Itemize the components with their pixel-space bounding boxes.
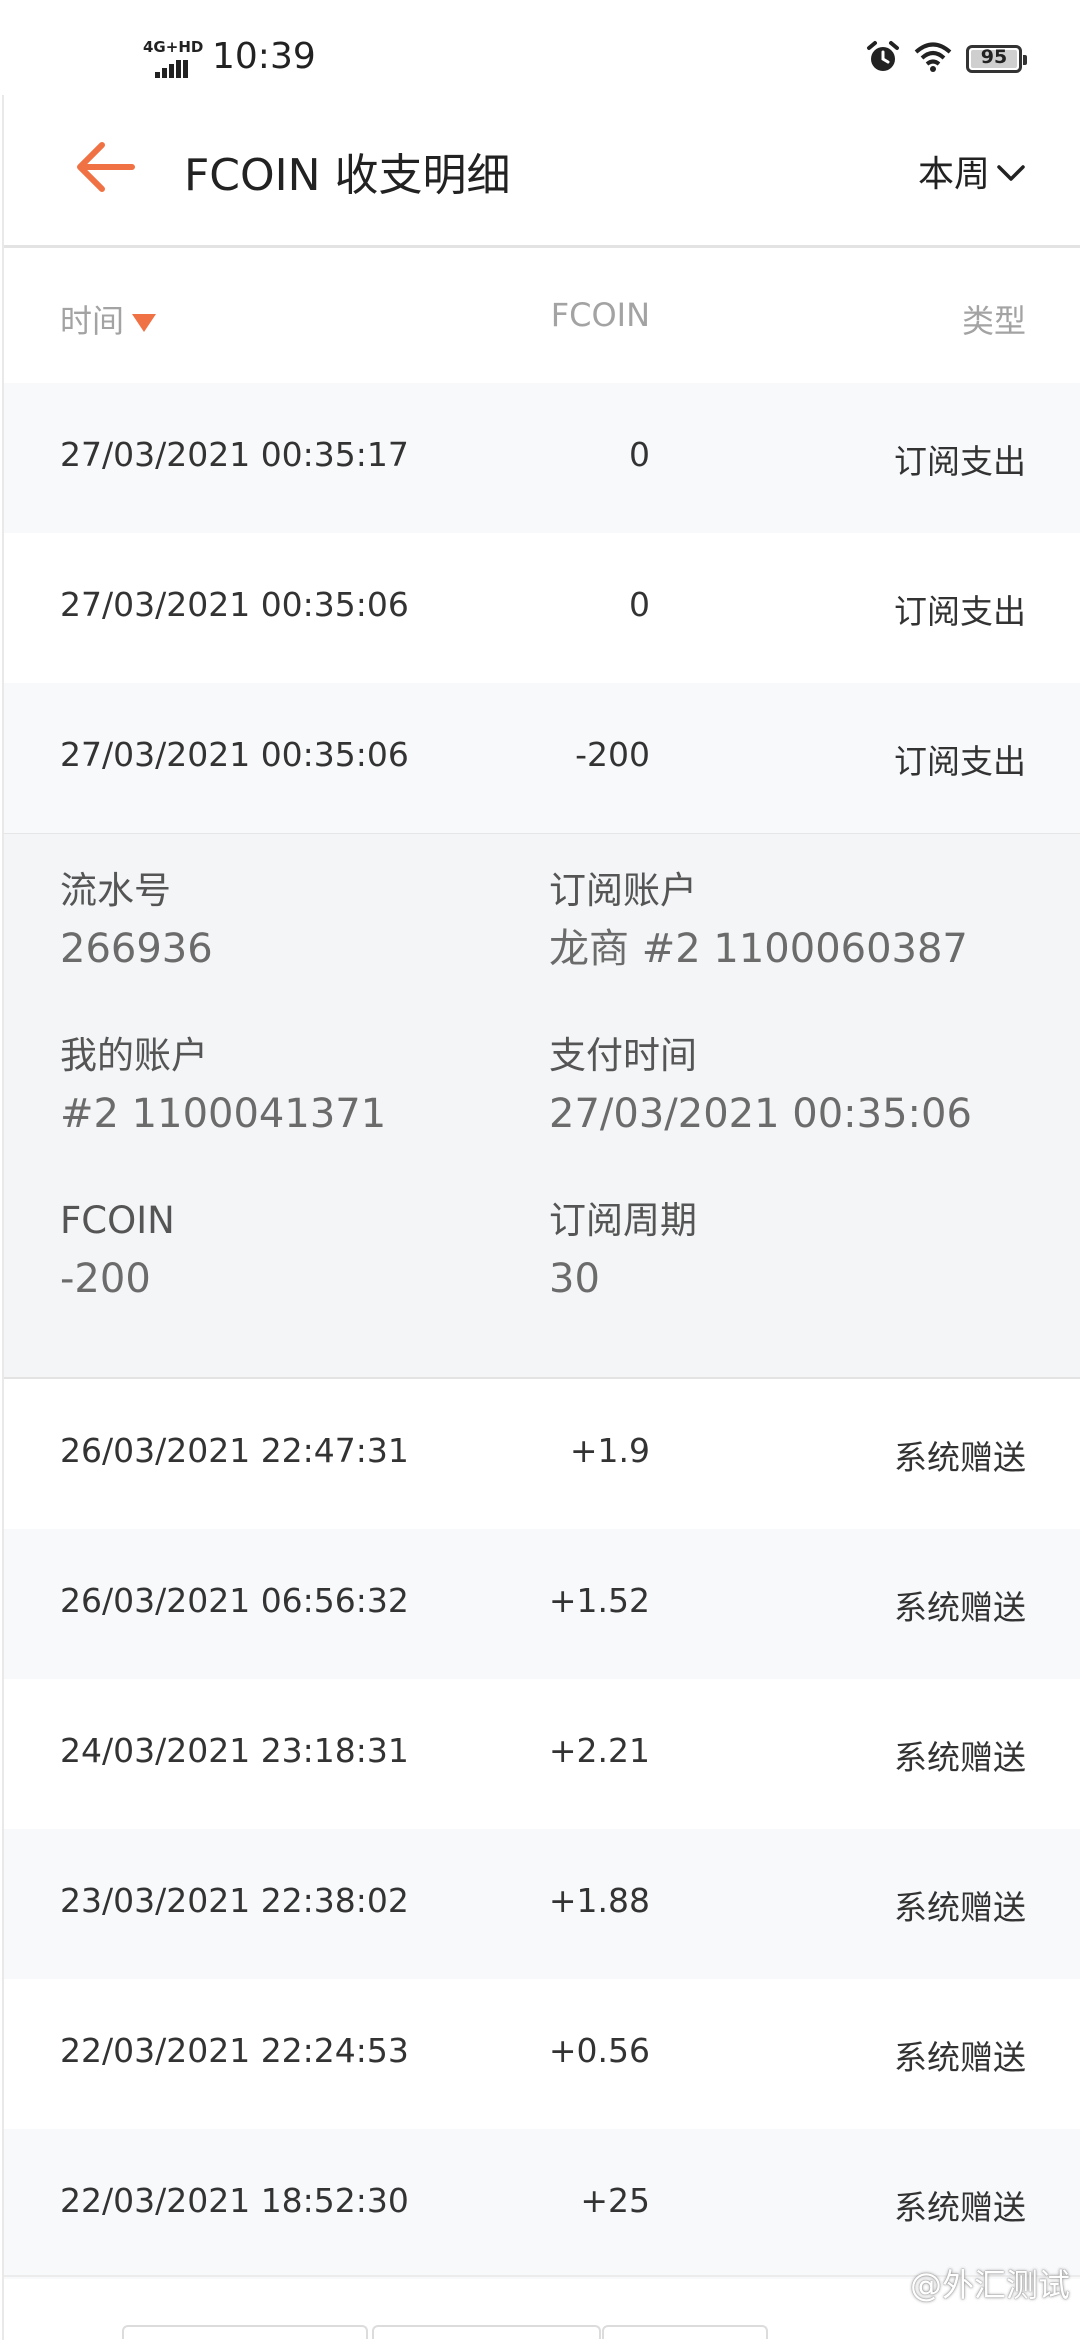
table-row[interactable]: 22/03/2021 22:24:53 +0.56 系统赠送: [4, 1979, 1080, 2129]
table-row[interactable]: 27/03/2021 00:35:17 0 订阅支出: [4, 383, 1080, 533]
app-screen: FCOIN 收支明细 本周 时间 FCOIN 类型 27/03/2021 00:…: [2, 95, 1080, 2340]
transaction-list: 27/03/2021 00:35:17 0 订阅支出 27/03/2021 00…: [4, 383, 1080, 2279]
page-title: FCOIN 收支明细: [184, 150, 511, 201]
row-time: 27/03/2021 00:35:17: [60, 435, 409, 474]
column-time-label: 时间: [60, 302, 125, 340]
sort-desc-icon: [132, 314, 157, 332]
column-time-header[interactable]: 时间: [60, 296, 157, 342]
status-time: 10:39: [212, 36, 316, 77]
row-type: 系统赠送: [894, 1588, 1026, 1627]
top-bar: FCOIN 收支明细 本周: [4, 95, 1080, 248]
alarm-icon: [866, 40, 900, 78]
column-fcoin-header: FCOIN: [550, 296, 650, 334]
table-row-expanded[interactable]: 27/03/2021 00:35:06 -200 订阅支出: [4, 683, 1080, 833]
detail-sub-account-label: 订阅账户: [549, 869, 697, 912]
detail-period-label: 订阅周期: [549, 1199, 697, 1242]
row-amount: +1.88: [548, 1881, 650, 1920]
row-time: 27/03/2021 00:35:06: [60, 585, 409, 624]
row-time: 23/03/2021 22:38:02: [60, 1881, 409, 1920]
row-time: 26/03/2021 06:56:32: [60, 1581, 409, 1620]
cellular-signal-icon: 4G+HD: [143, 38, 203, 78]
detail-sub-account-value: 龙商 #2 1100060387: [549, 926, 968, 972]
row-time: 27/03/2021 00:35:06: [60, 735, 409, 774]
wifi-icon: [914, 41, 952, 77]
period-label: 本周: [917, 154, 990, 195]
row-type: 订阅支出: [894, 592, 1026, 631]
back-arrow-icon[interactable]: [74, 137, 138, 197]
detail-fcoin-value: -200: [60, 1256, 151, 1302]
row-time: 22/03/2021 18:52:30: [60, 2181, 409, 2220]
table-row[interactable]: 27/03/2021 00:35:06 0 订阅支出: [4, 533, 1080, 683]
detail-fcoin: FCOIN -200: [60, 1192, 175, 1308]
row-time: 22/03/2021 22:24:53: [60, 2031, 409, 2070]
row-type: 系统赠送: [894, 1738, 1026, 1777]
column-type-header: 类型: [961, 302, 1026, 340]
status-bar: 4G+HD 10:39 95: [0, 0, 1080, 95]
detail-serial: 流水号 266936: [60, 862, 213, 978]
row-amount: +2.21: [548, 1731, 650, 1770]
row-time: 24/03/2021 23:18:31: [60, 1731, 409, 1770]
bottom-tab-strip[interactable]: [122, 2325, 972, 2340]
row-time: 26/03/2021 22:47:31: [60, 1431, 409, 1470]
detail-pay-time-value: 27/03/2021 00:35:06: [549, 1091, 972, 1137]
detail-my-account-value: #2 1100041371: [60, 1091, 387, 1137]
row-amount: +1.52: [548, 1581, 650, 1620]
row-type: 系统赠送: [894, 2038, 1026, 2077]
table-row[interactable]: 22/03/2021 18:52:30 +25 系统赠送: [4, 2129, 1080, 2279]
detail-my-account-label: 我的账户: [60, 1034, 208, 1077]
battery-icon: 95: [966, 45, 1027, 73]
table-row[interactable]: 23/03/2021 22:38:02 +1.88 系统赠送: [4, 1829, 1080, 1979]
detail-pay-time-label: 支付时间: [549, 1034, 697, 1077]
detail-serial-value: 266936: [60, 926, 213, 972]
row-amount: 0: [629, 435, 650, 474]
table-row[interactable]: 26/03/2021 06:56:32 +1.52 系统赠送: [4, 1529, 1080, 1679]
detail-pay-time: 支付时间 27/03/2021 00:35:06: [549, 1027, 972, 1143]
row-type: 系统赠送: [894, 1888, 1026, 1927]
row-type: 系统赠送: [894, 1438, 1026, 1477]
row-amount: +1.9: [569, 1431, 650, 1470]
column-headers: 时间 FCOIN 类型: [4, 248, 1080, 383]
row-amount: +25: [580, 2181, 650, 2220]
detail-period-value: 30: [549, 1256, 600, 1302]
network-type: 4G+HD: [143, 38, 204, 56]
row-type: 订阅支出: [894, 742, 1026, 781]
table-row[interactable]: 26/03/2021 22:47:31 +1.9 系统赠送: [4, 1379, 1080, 1529]
row-type: 订阅支出: [894, 442, 1026, 481]
detail-sub-account: 订阅账户 龙商 #2 1100060387: [549, 862, 968, 978]
row-amount: 0: [629, 585, 650, 624]
watermark: @外汇测试: [909, 2266, 1070, 2304]
battery-level: 95: [980, 46, 1008, 68]
row-amount: +0.56: [548, 2031, 650, 2070]
period-selector[interactable]: 本周: [918, 145, 1026, 197]
detail-fcoin-label: FCOIN: [60, 1199, 175, 1242]
transaction-detail-panel: 流水号 266936 订阅账户 龙商 #2 1100060387 我的账户 #2…: [4, 833, 1080, 1379]
detail-serial-label: 流水号: [60, 869, 171, 912]
detail-period: 订阅周期 30: [549, 1192, 697, 1308]
chevron-down-icon: [996, 151, 1026, 192]
row-amount: -200: [575, 735, 650, 774]
detail-my-account: 我的账户 #2 1100041371: [60, 1027, 386, 1143]
table-row[interactable]: 24/03/2021 23:18:31 +2.21 系统赠送: [4, 1679, 1080, 1829]
row-type: 系统赠送: [894, 2188, 1026, 2227]
